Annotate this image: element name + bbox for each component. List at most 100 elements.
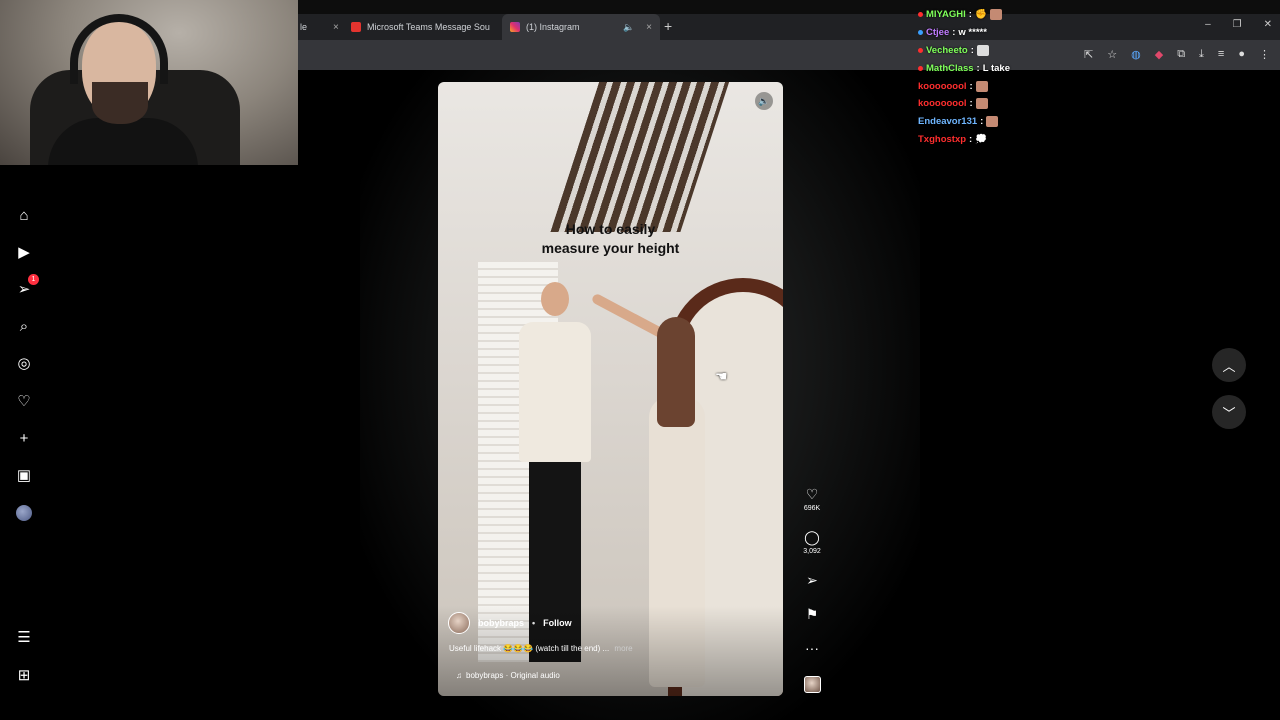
notifications-heart-icon[interactable]: ♡ — [14, 391, 34, 411]
more-menu-icon[interactable]: ☰ — [14, 627, 34, 647]
tab-label: Microsoft Teams Message Sou — [367, 22, 490, 32]
reel-overlay-title: How to easily measure your height — [438, 220, 783, 258]
chat-username: koooooool — [918, 98, 967, 110]
reel-title-line: How to easily — [565, 221, 656, 237]
chat-username: Txghostxp — [918, 133, 967, 145]
mute-toggle-icon[interactable]: 🔈 — [755, 92, 773, 110]
chat-username: MIYAGHI — [926, 9, 966, 21]
heart-icon: ♡ — [805, 486, 819, 502]
staircase-scene — [550, 82, 736, 232]
browser-toolbar: ⇱ ☆ ◍ ◆ ⧉ ⤓ ≡ ● ⋮ — [298, 40, 1280, 70]
tab-label: (1) Instagram — [526, 22, 580, 32]
reel-video[interactable]: How to easily measure your height 🔈 boby… — [438, 82, 783, 696]
window-controls: – ❐ ✕ — [1205, 19, 1272, 30]
man-shirt — [519, 322, 591, 462]
chat-separator: : — [976, 62, 980, 74]
extension-icon[interactable]: ◆ — [1155, 48, 1163, 61]
chat-separator: : — [969, 98, 973, 110]
tab-audio-icon[interactable]: 🔈 — [623, 22, 634, 33]
explore-compass-icon[interactable]: ◎ — [14, 353, 34, 373]
close-tab-icon[interactable]: × — [333, 22, 339, 33]
profile-avatar-icon[interactable]: ● — [1238, 48, 1245, 61]
audio-thumb-image — [803, 676, 821, 693]
share-button[interactable]: ➢ — [798, 572, 826, 589]
chevron-down-icon: ﹀ — [1222, 405, 1236, 421]
more-dots-icon: ··· — [805, 640, 819, 656]
chat-separator: : — [968, 9, 972, 21]
close-tab-icon[interactable]: × — [646, 22, 652, 33]
chat-separator: : — [980, 116, 984, 128]
next-reel-button[interactable]: ﹀ — [1212, 395, 1246, 429]
chat-message: koooooool : — [918, 95, 1118, 113]
download-icon[interactable]: ⤓ — [1199, 48, 1204, 61]
chevron-up-icon: ︿ — [1222, 358, 1236, 374]
man-head — [541, 282, 569, 316]
dashboard-icon[interactable]: ▣ — [14, 465, 34, 485]
search-icon[interactable]: ⌕ — [14, 316, 34, 336]
chat-username: Vecheeto — [926, 44, 968, 56]
audio-label: bobybraps · Original audio — [466, 671, 560, 680]
emote-icon: 💭 — [975, 133, 988, 145]
chat-message: MIYAGHI : ✊ — [918, 6, 1118, 24]
chat-username: koooooool — [918, 80, 967, 92]
mouse-cursor-icon: ☚ — [715, 368, 728, 384]
chat-message: Endeavor131 : — [918, 113, 1118, 131]
chat-separator: : — [970, 44, 974, 56]
badge-icon — [918, 47, 923, 53]
more-options-button[interactable]: ··· — [798, 640, 826, 656]
media-control-icon[interactable]: ≡ — [1218, 48, 1224, 61]
new-tab-button[interactable]: + — [664, 18, 672, 34]
chat-message: Ctjee : w ***** — [918, 24, 1118, 42]
bookmark-icon: ⚑ — [805, 606, 819, 622]
close-window-button[interactable]: ✕ — [1264, 19, 1272, 30]
minimize-button[interactable]: – — [1205, 19, 1211, 30]
emote-icon — [989, 9, 1002, 21]
home-icon[interactable]: ⌂ — [14, 205, 34, 225]
reel-author: bobybraps • Follow — [448, 612, 572, 634]
previous-reel-button[interactable]: ︿ — [1212, 348, 1246, 382]
chat-separator: : — [969, 133, 973, 145]
reel-title-line: measure your height — [541, 240, 680, 256]
caption-more-link[interactable]: more — [614, 644, 632, 653]
chat-separator: : — [952, 27, 956, 39]
send-icon: ➢ — [806, 572, 818, 588]
author-username[interactable]: bobybraps — [478, 618, 524, 628]
badge-icon — [918, 65, 923, 71]
reels-icon[interactable]: ▶ — [14, 242, 34, 262]
chat-text: L take — [982, 62, 1010, 74]
emote-icon — [986, 116, 999, 128]
extensions-puzzle-icon[interactable]: ⧉ — [1177, 48, 1185, 61]
comment-bubble-icon: ◯ — [804, 529, 820, 545]
badge-icon — [918, 12, 923, 18]
woman-hair — [657, 317, 695, 427]
notification-badge: 1 — [28, 274, 39, 285]
chat-username: Endeavor131 — [918, 116, 978, 128]
emote-icon: ✊ — [974, 9, 987, 21]
threads-app-icon[interactable]: ⊞ — [14, 665, 34, 685]
audio-thumbnail[interactable] — [798, 676, 826, 693]
save-button[interactable]: ⚑ — [798, 606, 826, 623]
comment-button[interactable]: ◯ 3,092 — [798, 529, 826, 555]
menu-kebab-icon[interactable]: ⋮ — [1259, 48, 1270, 61]
browser-tab[interactable]: Microsoft Teams Message Sou × — [343, 14, 516, 40]
chat-username: MathClass — [926, 62, 974, 74]
browser-tab[interactable]: le × — [292, 14, 347, 40]
separator-dot: • — [532, 618, 536, 628]
webcam-overlay — [0, 0, 298, 165]
browser-tab-bar: le × Microsoft Teams Message Sou × (1) I… — [298, 14, 1280, 40]
restore-button[interactable]: ❐ — [1233, 19, 1242, 30]
badge-icon — [918, 30, 923, 36]
reel-audio[interactable]: ♫ bobybraps · Original audio — [456, 671, 560, 680]
author-avatar[interactable] — [448, 612, 470, 634]
create-plus-icon[interactable]: + — [14, 428, 34, 448]
direct-messages-icon[interactable]: ➢ 1 — [14, 274, 39, 299]
reel-caption: Useful lifehack 😂😂😂 (watch till the end)… — [449, 644, 633, 653]
like-button[interactable]: ♡ 696K — [798, 486, 826, 512]
instagram-sidebar: ⌂ ▶ ➢ 1 ⌕ ◎ ♡ + ▣ ☰ ⊞ — [0, 165, 48, 720]
extension-icon[interactable]: ◍ — [1131, 48, 1141, 61]
follow-button[interactable]: Follow — [543, 618, 572, 628]
browser-tab-active[interactable]: (1) Instagram 🔈 × — [502, 14, 660, 40]
profile-avatar[interactable] — [14, 503, 34, 523]
music-note-icon: ♫ — [456, 671, 462, 680]
chat-username: Ctjee — [926, 27, 950, 39]
